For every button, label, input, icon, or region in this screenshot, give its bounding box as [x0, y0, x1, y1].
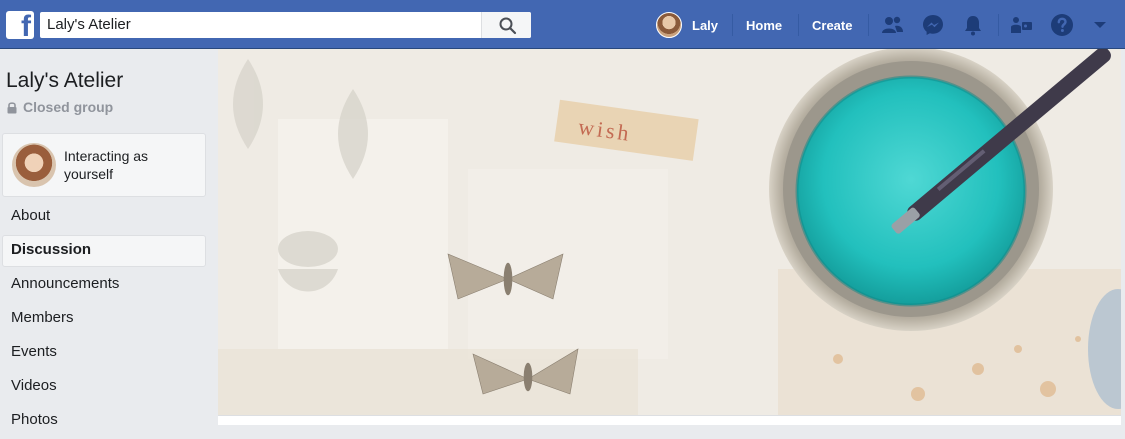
profile-link[interactable]: [656, 0, 682, 49]
profile-name-link[interactable]: Laly: [692, 18, 718, 33]
sidebar-item-photos[interactable]: Photos: [2, 405, 206, 439]
search-input[interactable]: Laly's Atelier: [47, 16, 131, 33]
nav-divider: [998, 14, 999, 36]
group-cover-photo[interactable]: wish: [218, 49, 1121, 415]
interacting-as-switcher[interactable]: Interacting as yourself: [2, 133, 206, 197]
notifications-bell-icon[interactable]: [961, 13, 985, 37]
avatar: [12, 143, 56, 187]
friend-requests-icon[interactable]: [880, 13, 904, 37]
group-nav-menu: About Discussion Announcements Members E…: [2, 201, 206, 439]
nav-divider: [798, 14, 799, 36]
sidebar-item-announcements[interactable]: Announcements: [2, 269, 206, 303]
top-navigation-bar: f Laly's Atelier Laly Home Create: [0, 0, 1125, 49]
privacy-text: Closed group: [23, 99, 114, 115]
create-link[interactable]: Create: [812, 18, 852, 33]
group-sidebar: Laly's Atelier Closed group Interacting …: [0, 49, 218, 428]
messenger-icon[interactable]: [921, 13, 945, 37]
account-menu-chevron-down-icon[interactable]: [1090, 17, 1110, 33]
sidebar-item-events[interactable]: Events: [2, 337, 206, 371]
cover-artwork: wish: [218, 49, 1121, 415]
sidebar-item-discussion[interactable]: Discussion: [2, 235, 206, 267]
nav-divider: [732, 14, 733, 36]
facebook-logo-icon[interactable]: f: [6, 11, 34, 39]
group-name-link[interactable]: Laly's Atelier: [6, 69, 123, 93]
sidebar-item-videos[interactable]: Videos: [2, 371, 206, 405]
sidebar-item-about[interactable]: About: [2, 201, 206, 235]
help-icon[interactable]: [1050, 13, 1074, 37]
page-background: [1121, 49, 1125, 425]
lock-icon: [7, 101, 17, 113]
search-button[interactable]: [481, 12, 531, 38]
group-privacy-label: Closed group: [6, 99, 113, 115]
quick-help-icon[interactable]: [1010, 13, 1034, 37]
search-box[interactable]: Laly's Atelier: [40, 12, 531, 38]
home-link[interactable]: Home: [746, 18, 782, 33]
interacting-as-label: Interacting as yourself: [64, 148, 149, 182]
sidebar-item-members[interactable]: Members: [2, 303, 206, 337]
content-area-top: [218, 415, 1121, 425]
search-icon: [499, 17, 517, 35]
nav-divider: [868, 14, 869, 36]
avatar: [656, 11, 682, 38]
